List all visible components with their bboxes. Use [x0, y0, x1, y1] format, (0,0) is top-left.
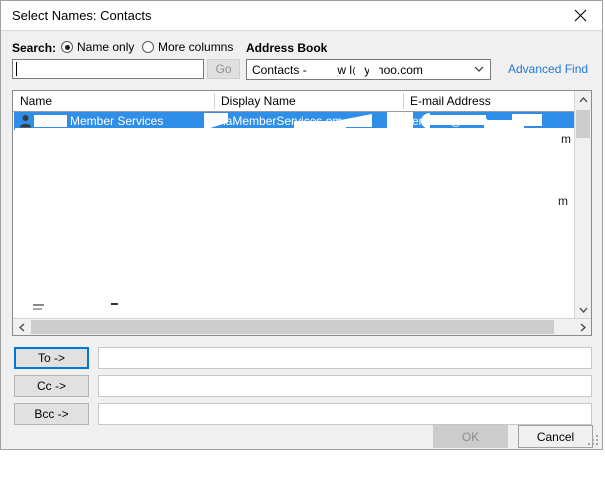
column-divider[interactable]: [214, 93, 215, 109]
stray-text-fragment: m: [558, 194, 568, 208]
chevron-down-icon[interactable]: [575, 301, 591, 318]
search-input[interactable]: [12, 59, 204, 79]
address-book-label: Address Book: [246, 41, 328, 55]
table-row[interactable]: Member Services naMemberServices om Serv…: [14, 112, 574, 131]
advanced-find-link[interactable]: Advanced Find: [508, 62, 588, 76]
stray-text-fragment: m: [561, 132, 571, 146]
chevron-left-icon[interactable]: [13, 319, 30, 335]
redaction-block: [512, 114, 542, 126]
vertical-scrollbar[interactable]: [574, 91, 591, 335]
ok-button[interactable]: OK: [433, 425, 508, 448]
radio-name-only-dot: [61, 41, 73, 53]
cancel-button[interactable]: Cancel: [518, 425, 593, 448]
select-names-dialog: Select Names: Contacts Search: Name only…: [0, 0, 603, 450]
search-label: Search:: [12, 41, 57, 55]
column-header-display-name[interactable]: Display Name: [221, 94, 296, 108]
redaction-block: [309, 62, 337, 78]
stray-mark: [33, 304, 44, 306]
cc-field[interactable]: [98, 375, 592, 397]
radio-more-columns-label: More columns: [158, 40, 234, 54]
bcc-field[interactable]: [98, 403, 592, 425]
horizontal-scrollbar[interactable]: [13, 318, 591, 335]
column-divider[interactable]: [403, 93, 404, 109]
cc-button[interactable]: Cc ->: [14, 375, 89, 397]
go-button[interactable]: Go: [207, 59, 240, 79]
stray-mark: [33, 308, 42, 310]
radio-more-columns-dot: [142, 41, 154, 53]
to-field[interactable]: [98, 347, 592, 369]
address-book-dropdown[interactable]: Contacts - hart_w l@yahoo.com: [246, 59, 491, 80]
column-header-name[interactable]: Name: [20, 94, 52, 108]
to-button[interactable]: To ->: [14, 347, 89, 369]
list-rows: Member Services naMemberServices om Serv…: [13, 112, 574, 318]
redaction-block: [15, 128, 574, 131]
bcc-button[interactable]: Bcc ->: [14, 403, 89, 425]
chevron-up-icon[interactable]: [575, 91, 591, 108]
column-header-row: Name Display Name E-mail Address: [13, 91, 591, 112]
redaction-block: [428, 115, 486, 125]
cell-name: Member Services: [70, 114, 164, 128]
column-header-email[interactable]: E-mail Address: [410, 94, 491, 108]
radio-name-only[interactable]: Name only: [61, 40, 134, 54]
redaction-block: [34, 115, 67, 127]
chevron-down-icon: [468, 66, 490, 73]
contacts-list: Name Display Name E-mail Address Member …: [12, 90, 592, 336]
title-bar: Select Names: Contacts: [1, 1, 602, 31]
radio-name-only-label: Name only: [77, 40, 135, 54]
dialog-title: Select Names: Contacts: [12, 8, 152, 23]
vertical-scrollbar-thumb[interactable]: [576, 110, 590, 138]
stray-mark: [111, 303, 118, 305]
person-icon: [19, 114, 32, 128]
radio-more-columns[interactable]: More columns: [142, 40, 233, 54]
redaction-block: [369, 62, 379, 78]
horizontal-scrollbar-thumb[interactable]: [31, 320, 554, 334]
chevron-right-icon[interactable]: [574, 319, 591, 335]
text-caret: [16, 62, 17, 76]
close-icon[interactable]: [558, 1, 602, 30]
resize-grip[interactable]: [588, 435, 599, 446]
redaction-block: [355, 62, 364, 78]
